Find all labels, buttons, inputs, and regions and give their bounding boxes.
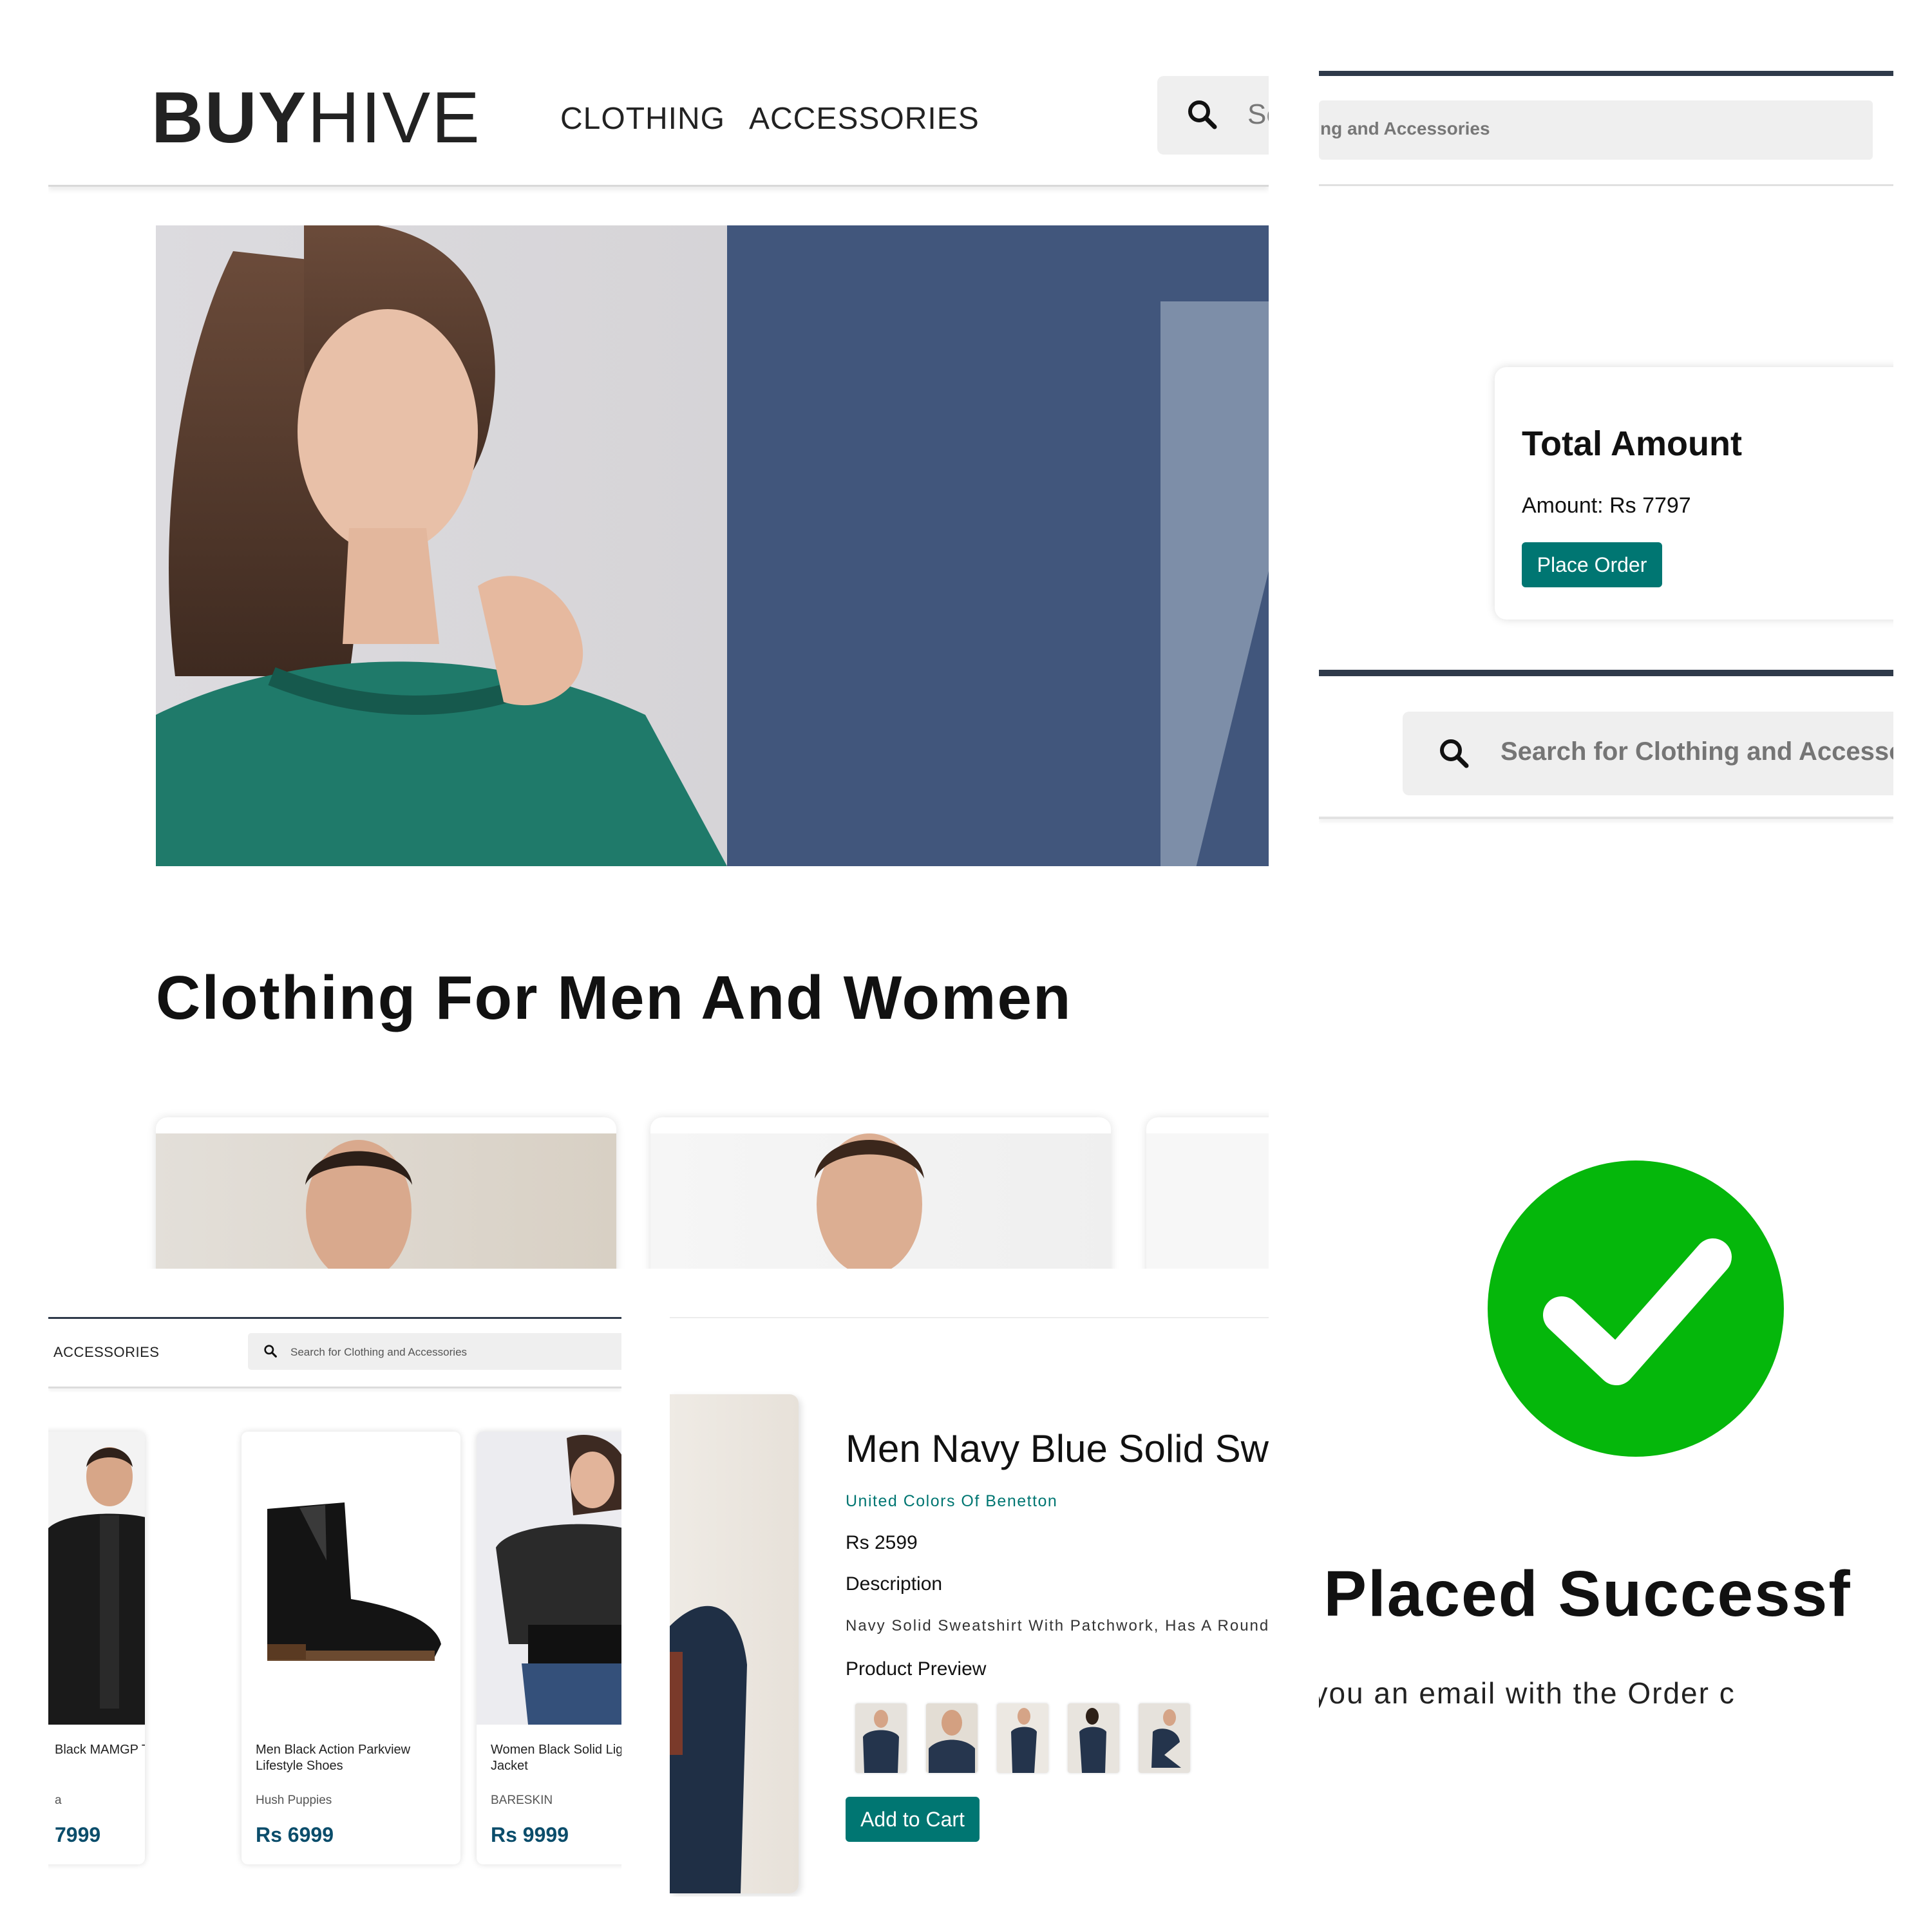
search-input[interactable]: Se: [1157, 76, 1269, 155]
hero-model-image: [156, 225, 727, 866]
search-icon: [263, 1344, 278, 1361]
product-detail-panel: Men Navy Blue Solid Swe United Colors Of…: [670, 1317, 1269, 1897]
product-card[interactable]: Women Black Solid Lig Leather Jacket BAR…: [477, 1432, 621, 1864]
product-listing-panel: ACCESSORIES Search for Clothing and Acce…: [48, 1317, 621, 1884]
product-price: Rs 6999: [256, 1823, 334, 1846]
product-title: Men Navy Blue Solid Swe: [846, 1427, 1269, 1470]
order-success-panel: rder Placed Successf e've sent you an em…: [1319, 831, 1893, 1913]
category-image: [650, 1133, 1111, 1269]
header-bar: [1319, 670, 1893, 676]
amount-value: Amount: Rs 7797: [1522, 493, 1691, 518]
home-page-panel: BUYHIVE CLOTHING ACCESSORIES Se: [48, 48, 1269, 1269]
product-description: Navy Solid Sweatshirt With Patchwork, Ha…: [846, 1617, 1269, 1634]
site-logo[interactable]: BUYHIVE: [151, 82, 481, 154]
nav-clothing[interactable]: CLOTHING: [560, 101, 725, 137]
total-amount-card: Total Amount Amount: Rs 7797 Place Order: [1495, 367, 1893, 620]
search-input[interactable]: ng and Accessories: [1319, 100, 1873, 160]
site-header: BUYHIVE CLOTHING ACCESSORIES Se: [48, 48, 1269, 187]
product-image: [48, 1432, 145, 1725]
divider: [1319, 184, 1893, 186]
hero-page-curl: [1160, 301, 1269, 866]
product-brand: a: [55, 1794, 62, 1807]
cart-panel: ng and Accessories Total Amount Amount: …: [1319, 71, 1893, 663]
description-label: Description: [846, 1573, 943, 1595]
product-price: Rs 9999: [491, 1823, 569, 1846]
search-placeholder: Se: [1247, 99, 1269, 130]
product-name: Black MAMGP T7 Sweat ty Jacket: [55, 1743, 145, 1757]
product-preview-label: Product Preview: [846, 1658, 987, 1680]
category-card[interactable]: [156, 1117, 616, 1269]
product-card[interactable]: Men Black Action Parkview Lifestyle Shoe…: [242, 1432, 460, 1864]
preview-thumbnail[interactable]: [926, 1703, 978, 1773]
nav-accessories[interactable]: ACCESSORIES: [749, 101, 980, 137]
search-input[interactable]: Search for Clothing and Accessories: [248, 1333, 621, 1370]
product-name: Women Black Solid Lig Leather Jacket: [491, 1743, 621, 1773]
product-name: Men Black Action Parkview Lifestyle Shoe…: [256, 1743, 411, 1773]
category-image: [156, 1133, 616, 1269]
product-main-image: [670, 1394, 799, 1893]
category-card[interactable]: [1146, 1117, 1269, 1269]
nav-accessories[interactable]: ACCESSORIES: [53, 1344, 159, 1361]
search-placeholder: Search for Clothing and Accessories: [290, 1346, 468, 1358]
preview-thumbnail[interactable]: [855, 1703, 907, 1773]
search-icon: [1186, 99, 1218, 134]
header-bar: [1319, 71, 1893, 76]
search-placeholder: Search for Clothing and Accesso: [1501, 737, 1893, 766]
product-price: 7999: [55, 1823, 101, 1846]
divider: [670, 1317, 1269, 1318]
category-card[interactable]: [650, 1117, 1111, 1269]
product-image: [242, 1432, 460, 1725]
category-image: [1146, 1133, 1269, 1269]
divider: [1319, 817, 1893, 819]
preview-thumbnail[interactable]: [1068, 1703, 1119, 1773]
place-order-button[interactable]: Place Order: [1522, 542, 1662, 587]
product-card[interactable]: Black MAMGP T7 Sweat ty Jacket a 7999: [48, 1432, 145, 1864]
product-brand: BARESKIN: [491, 1794, 553, 1807]
add-to-cart-button[interactable]: Add to Cart: [846, 1797, 980, 1842]
search-input[interactable]: Search for Clothing and Accesso: [1403, 712, 1893, 795]
product-price: Rs 2599: [846, 1532, 918, 1553]
success-message: e've sent you an email with the Order c: [1319, 1676, 1736, 1710]
preview-thumbnail[interactable]: [1139, 1703, 1190, 1773]
checkmark-icon: [1488, 1160, 1784, 1457]
header-bar: [48, 1317, 621, 1319]
total-amount-title: Total Amount: [1522, 424, 1742, 463]
product-brand[interactable]: United Colors Of Benetton: [846, 1492, 1057, 1511]
search-zoom-panel: Search for Clothing and Accesso: [1319, 670, 1893, 828]
search-icon: [1438, 737, 1470, 773]
hero-banner[interactable]: [156, 225, 1269, 866]
search-placeholder: ng and Accessories: [1320, 118, 1490, 138]
product-image: [477, 1432, 621, 1725]
section-title: Clothing For Men And Women: [156, 963, 1072, 1032]
product-brand: Hush Puppies: [256, 1794, 332, 1807]
preview-thumbnail[interactable]: [997, 1703, 1048, 1773]
divider: [48, 1387, 621, 1388]
success-title: rder Placed Successf: [1319, 1558, 1852, 1630]
